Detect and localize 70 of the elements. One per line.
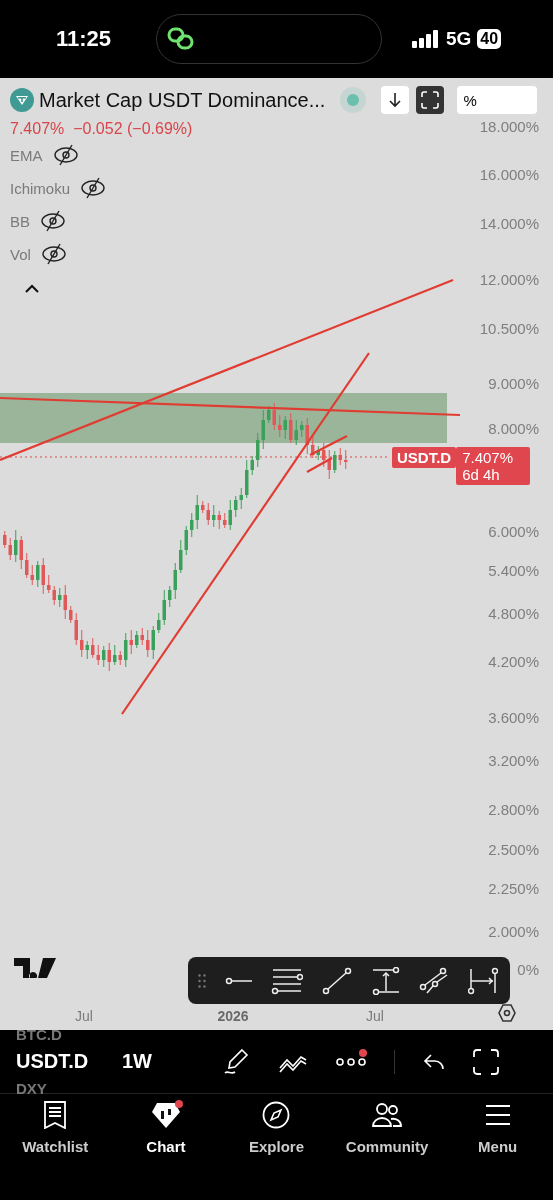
scale-button[interactable]: %	[457, 86, 538, 114]
fullscreen-icon[interactable]	[473, 1048, 499, 1075]
price-axis-label: 16.000%	[479, 166, 539, 184]
parallel-channel-icon[interactable]	[419, 966, 450, 995]
more-icon[interactable]	[336, 1056, 366, 1067]
time-axis-label: Jul	[365, 1008, 385, 1024]
price-axis-label: 18.000%	[479, 118, 539, 136]
parallel-lines-icon[interactable]	[271, 966, 304, 995]
symbol-price-label: USDT.D	[392, 447, 457, 468]
status-time: 11:25	[56, 26, 113, 52]
price-axis-label: 3.600%	[488, 709, 539, 727]
price-axis-label: 2.500%	[488, 841, 539, 859]
bar-countdown: 6d 4h	[462, 466, 501, 483]
down-arrow-icon	[388, 92, 403, 108]
nav-tab[interactable]: Community	[337, 1100, 438, 1155]
price-value: 7.407%	[462, 449, 515, 466]
price-axis-label: 6.000%	[488, 523, 539, 541]
price-axis-label: 10.500%	[479, 320, 539, 338]
people-icon	[371, 1102, 404, 1128]
eye-slash-icon[interactable]	[80, 177, 107, 199]
time-axis-label: 2026	[216, 1008, 250, 1024]
link-icon	[167, 27, 195, 51]
nav-tab[interactable]: Watchlist	[5, 1100, 106, 1155]
undo-icon[interactable]	[423, 1052, 445, 1071]
price-axis-label: 4.200%	[488, 653, 539, 671]
price-change: 7.407% −0.052 (−0.69%)	[10, 120, 193, 138]
date-range-icon[interactable]	[467, 966, 498, 995]
nav-tab[interactable]: Menu	[447, 1100, 548, 1155]
price-axis-label: 12.000%	[479, 271, 539, 289]
settings-icon[interactable]	[497, 1003, 517, 1023]
price-axis-label: 0%	[517, 961, 539, 979]
price-axis-label: 4.800%	[488, 605, 539, 623]
price-axis-label: 3.200%	[488, 752, 539, 770]
nav-tab[interactable]: Chart	[115, 1100, 216, 1155]
price-range-icon[interactable]	[370, 966, 401, 995]
bookmark-list-icon	[43, 1101, 68, 1129]
symbol-option[interactable]: DXY	[16, 1080, 47, 1097]
candles-icon	[150, 1101, 181, 1129]
price-axis-label: 2.800%	[488, 801, 539, 819]
tether-icon	[10, 88, 34, 112]
nav-tab[interactable]: Explore	[226, 1100, 327, 1155]
tradingview-logo	[14, 958, 56, 978]
eye-slash-icon[interactable]	[40, 210, 66, 232]
network-label: 5G	[446, 28, 472, 50]
symbol-option[interactable]: BTC.D	[16, 1026, 62, 1043]
time-axis-label: Jul	[74, 1008, 94, 1024]
candle	[344, 449, 348, 470]
down-arrow-button[interactable]	[381, 86, 410, 114]
compass-icon	[262, 1101, 291, 1129]
menu-icon	[484, 1104, 511, 1126]
eye-slash-icon[interactable]	[52, 144, 79, 166]
trend-line-icon[interactable]	[321, 966, 352, 995]
drag-handle-icon[interactable]	[198, 973, 206, 988]
price-axis-label: 14.000%	[479, 215, 539, 233]
price-axis-label: 2.250%	[488, 880, 539, 898]
battery-indicator: 40	[477, 29, 502, 49]
collapse-chevron-icon[interactable]	[24, 284, 40, 294]
price-axis-label: 5.400%	[488, 562, 539, 580]
eye-slash-icon[interactable]	[40, 243, 67, 265]
price-axis-label: 2.000%	[488, 923, 539, 941]
market-status-icon	[340, 87, 367, 113]
interval-selector[interactable]: 1W	[122, 1050, 222, 1073]
fullscreen-button[interactable]	[416, 86, 445, 114]
symbol-selector[interactable]: USDT.D	[16, 1050, 106, 1073]
symbol-title[interactable]: Market Cap USDT Dominance...	[39, 88, 326, 112]
price-axis-label: 8.000%	[488, 420, 539, 438]
signal-icon	[412, 30, 440, 48]
pen-icon[interactable]	[222, 1047, 250, 1076]
frame-icon	[421, 91, 440, 109]
price-axis-label: 9.000%	[488, 375, 539, 393]
